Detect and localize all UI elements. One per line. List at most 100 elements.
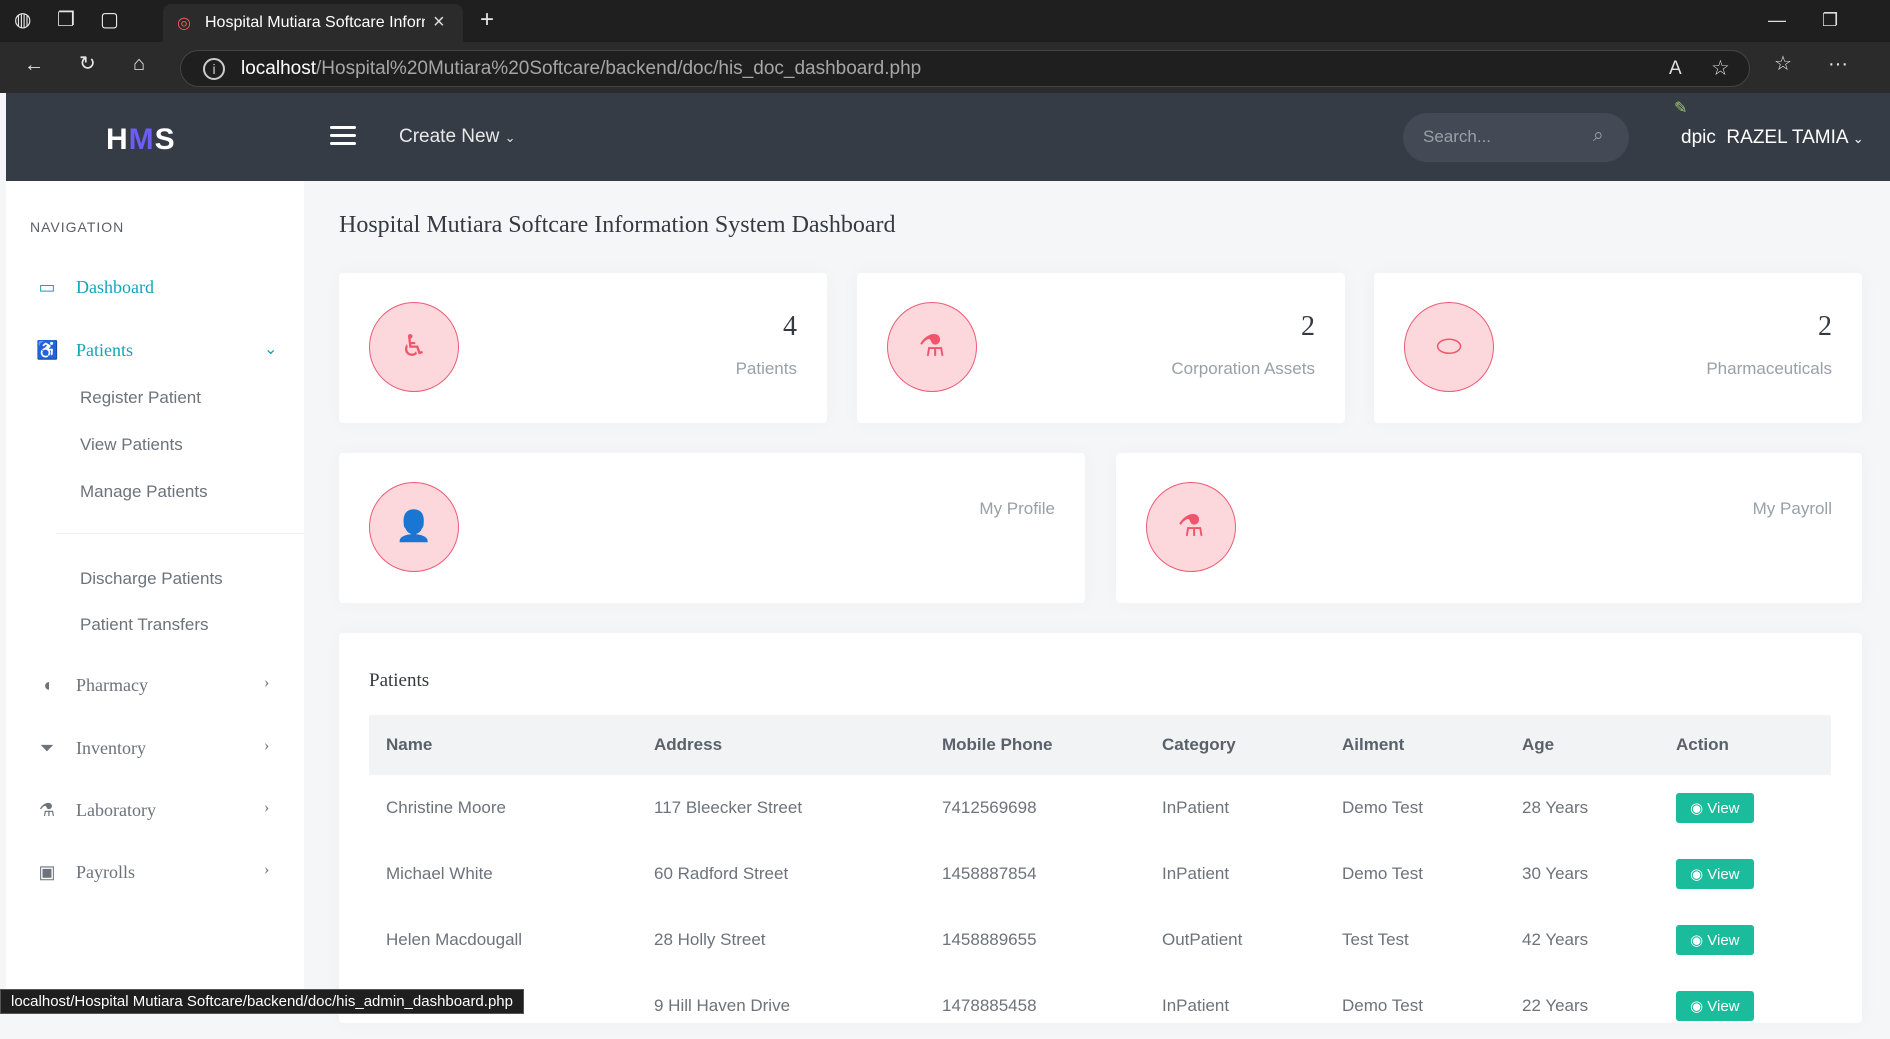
eye-icon: ◉: [1690, 866, 1704, 883]
minimize-icon[interactable]: —: [1768, 10, 1786, 31]
user-menu[interactable]: dpic RAZEL TAMIA ⌄: [1681, 127, 1864, 149]
patient-category: OutPatient: [1162, 930, 1243, 949]
patient-age: 30 Years: [1522, 864, 1589, 883]
wheelchair-icon: ♿: [369, 302, 459, 392]
address-url: localhost/Hospital%20Mutiara%20Softcare/…: [241, 58, 922, 79]
read-aloud-icon[interactable]: A: [1669, 58, 1682, 80]
site-info-icon[interactable]: i: [203, 58, 225, 80]
pill-icon: ◖: [41, 675, 53, 695]
home-icon[interactable]: ⌂: [133, 54, 145, 74]
table-row: Christine Moore 117 Bleecker Street 7412…: [369, 775, 1831, 841]
new-tab-icon[interactable]: +: [480, 8, 494, 32]
sidebar-subitem-view-patients[interactable]: View Patients: [80, 435, 183, 455]
table-row: Michael White 60 Radford Street 14588878…: [369, 841, 1831, 907]
more-icon[interactable]: ···: [1828, 54, 1848, 74]
sidebar-item-patients[interactable]: ♿ Patients ⌄: [6, 332, 304, 372]
view-button[interactable]: ◉ View: [1676, 859, 1754, 889]
tab-close-icon[interactable]: ×: [433, 11, 445, 34]
sidebar-subitem-patient-transfers[interactable]: Patient Transfers: [80, 615, 209, 635]
address-bar[interactable]: i localhost/Hospital%20Mutiara%20Softcar…: [180, 50, 1750, 87]
chevron-right-icon: ›: [264, 861, 270, 878]
my-profile-label: My Profile: [979, 499, 1055, 518]
search-input[interactable]: [1423, 127, 1583, 147]
search-icon[interactable]: ⌕: [1593, 125, 1604, 147]
search-box[interactable]: ⌕: [1403, 113, 1629, 162]
browser-tab-strip: ◍ ❐ ▢ ◎ Hospital Mutiara Softcare Inform…: [0, 0, 1890, 42]
refresh-icon[interactable]: ↻: [79, 54, 96, 74]
column-header: Name: [386, 735, 433, 754]
stat-label: Patients: [735, 359, 797, 378]
wheelchair-icon: ♿: [36, 340, 59, 360]
chevron-right-icon: ›: [264, 799, 270, 816]
patient-name: Michael White: [386, 864, 493, 883]
nav-heading: NAVIGATION: [30, 219, 125, 235]
cash-register-icon: ▣: [38, 862, 56, 882]
sidebar-item-payrolls[interactable]: ▣ Payrolls ›: [6, 854, 304, 894]
chevron-down-icon: ⌄: [504, 130, 516, 145]
column-header: Ailment: [1342, 735, 1405, 754]
workspaces-icon[interactable]: ❐: [57, 10, 75, 30]
stat-card-pharmaceuticals[interactable]: ⬭ 2 Pharmaceuticals: [1374, 273, 1862, 423]
column-header: Address: [654, 735, 723, 754]
favorites-icon[interactable]: ☆: [1774, 54, 1792, 74]
patient-category: InPatient: [1162, 996, 1230, 1015]
menu-toggle-icon[interactable]: [330, 126, 356, 146]
back-icon[interactable]: ←: [24, 55, 44, 75]
stat-value: 2: [1818, 311, 1832, 342]
my-profile-card[interactable]: 👤 My Profile: [339, 453, 1085, 603]
sidebar-item-dashboard[interactable]: ▭ Dashboard: [6, 269, 304, 309]
patient-category: InPatient: [1162, 798, 1230, 817]
hms-logo[interactable]: HMS: [106, 123, 176, 157]
stat-card-patients[interactable]: ♿ 4 Patients: [339, 273, 827, 423]
sidebar-item-inventory[interactable]: ⏷ Inventory ›: [6, 730, 304, 770]
chevron-down-icon: ⌄: [1852, 131, 1864, 146]
patients-table: Name Address Mobile Phone Category Ailme…: [369, 715, 1831, 1039]
patient-address: 60 Radford Street: [654, 864, 789, 883]
app-header: HMS Create New ⌄ ⌕ ✎ dpic RAZEL TAMIA ⌄: [6, 93, 1890, 181]
user-tag-icon: 👤: [369, 482, 459, 572]
table-row: Helen Macdougall 28 Holly Street 1458889…: [369, 907, 1831, 973]
my-payroll-card[interactable]: ⚗ My Payroll: [1116, 453, 1862, 603]
sidebar-subitem-register-patient[interactable]: Register Patient: [80, 388, 201, 408]
star-icon[interactable]: ☆: [1711, 56, 1730, 81]
patient-phone: 1478885458: [942, 996, 1037, 1015]
sidebar-item-pharmacy[interactable]: ◖ Pharmacy ›: [6, 667, 304, 707]
view-button[interactable]: ◉ View: [1676, 793, 1754, 823]
view-button[interactable]: ◉ View: [1676, 991, 1754, 1021]
stat-value: 2: [1301, 311, 1315, 342]
monitor-icon: ▭: [38, 277, 56, 297]
patient-ailment: Demo Test: [1342, 864, 1423, 883]
patient-name: Helen Macdougall: [386, 930, 523, 949]
eye-icon: ◉: [1690, 932, 1704, 949]
column-header: Age: [1522, 735, 1555, 754]
column-header: Action: [1676, 735, 1729, 754]
patient-ailment: Test Test: [1342, 930, 1409, 949]
browser-profile-icon[interactable]: ◍: [14, 10, 31, 30]
tab-actions-icon[interactable]: ▢: [100, 10, 119, 30]
patients-table-card: Patients Name Address Mobile Phone Categ…: [339, 633, 1862, 1023]
flask-icon: ⚗: [1146, 482, 1236, 572]
sidebar-item-laboratory[interactable]: ⚗ Laboratory ›: [6, 792, 304, 832]
create-new-dropdown[interactable]: Create New ⌄: [399, 126, 516, 148]
patient-address: 28 Holly Street: [654, 930, 766, 949]
divider: [56, 533, 304, 534]
sidebar-subitem-manage-patients[interactable]: Manage Patients: [80, 482, 208, 502]
patient-address: 117 Bleecker Street: [654, 798, 803, 817]
patient-ailment: Demo Test: [1342, 798, 1423, 817]
patient-address: 9 Hill Haven Drive: [654, 996, 791, 1015]
my-payroll-label: My Payroll: [1752, 499, 1832, 518]
browser-tab[interactable]: ◎ Hospital Mutiara Softcare Information …: [163, 4, 463, 42]
page-title: Hospital Mutiara Softcare Information Sy…: [339, 212, 896, 238]
status-bar-url: localhost/Hospital Mutiara Softcare/back…: [0, 989, 524, 1014]
sidebar-subitem-discharge-patients[interactable]: Discharge Patients: [80, 569, 223, 589]
stat-card-corporation-assets[interactable]: ⚗ 2 Corporation Assets: [857, 273, 1345, 423]
patient-phone: 1458889655: [942, 930, 1037, 949]
avatar-icon[interactable]: ✎: [1674, 98, 1687, 118]
view-button[interactable]: ◉ View: [1676, 925, 1754, 955]
tab-favicon-icon: ◎: [177, 15, 191, 32]
stat-value: 4: [783, 311, 797, 342]
restore-icon[interactable]: ❐: [1822, 10, 1838, 31]
chevron-down-icon: ⌄: [264, 341, 278, 358]
funnel-dollar-icon: ⏷: [39, 738, 55, 758]
chevron-right-icon: ›: [264, 737, 270, 754]
